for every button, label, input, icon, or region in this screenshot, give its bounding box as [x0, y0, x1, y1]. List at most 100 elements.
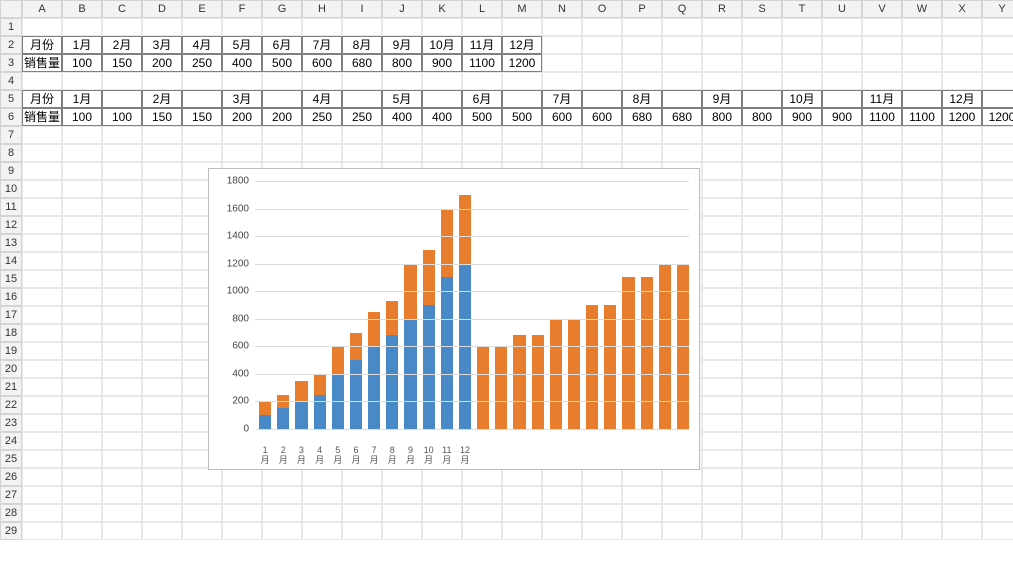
cell-D28[interactable] — [142, 504, 182, 522]
cell-T13[interactable] — [782, 234, 822, 252]
cell-A1[interactable] — [22, 18, 62, 36]
cell-W17[interactable] — [902, 306, 942, 324]
cell-R23[interactable] — [702, 414, 742, 432]
col-header-A[interactable]: A — [22, 0, 62, 18]
cell-B10[interactable] — [62, 180, 102, 198]
row-header-22[interactable]: 22 — [0, 396, 22, 414]
cell-A17[interactable] — [22, 306, 62, 324]
cell-W14[interactable] — [902, 252, 942, 270]
cell-R28[interactable] — [702, 504, 742, 522]
cell-X7[interactable] — [942, 126, 982, 144]
cell-W22[interactable] — [902, 396, 942, 414]
cell-B23[interactable] — [62, 414, 102, 432]
cell-Y12[interactable] — [982, 216, 1013, 234]
cell-B3[interactable]: 100 — [62, 54, 102, 72]
cell-W19[interactable] — [902, 342, 942, 360]
cell-U6[interactable]: 900 — [822, 108, 862, 126]
cell-A22[interactable] — [22, 396, 62, 414]
cell-Y9[interactable] — [982, 162, 1013, 180]
cell-O2[interactable] — [582, 36, 622, 54]
cell-Y7[interactable] — [982, 126, 1013, 144]
cell-Y27[interactable] — [982, 486, 1013, 504]
cell-X16[interactable] — [942, 288, 982, 306]
cell-X21[interactable] — [942, 378, 982, 396]
cell-V18[interactable] — [862, 324, 902, 342]
cell-E5[interactable] — [182, 90, 222, 108]
cell-K6[interactable]: 400 — [422, 108, 462, 126]
cell-S22[interactable] — [742, 396, 782, 414]
cell-B25[interactable] — [62, 450, 102, 468]
cell-A24[interactable] — [22, 432, 62, 450]
cell-A15[interactable] — [22, 270, 62, 288]
cell-Y1[interactable] — [982, 18, 1013, 36]
cell-B14[interactable] — [62, 252, 102, 270]
col-header-S[interactable]: S — [742, 0, 782, 18]
cell-E1[interactable] — [182, 18, 222, 36]
cell-C7[interactable] — [102, 126, 142, 144]
cell-E2[interactable]: 4月 — [182, 36, 222, 54]
cell-D6[interactable]: 150 — [142, 108, 182, 126]
cell-I7[interactable] — [342, 126, 382, 144]
cell-C21[interactable] — [102, 378, 142, 396]
cell-D11[interactable] — [142, 198, 182, 216]
cell-U21[interactable] — [822, 378, 862, 396]
cell-W7[interactable] — [902, 126, 942, 144]
cell-A20[interactable] — [22, 360, 62, 378]
cell-D22[interactable] — [142, 396, 182, 414]
cell-O6[interactable]: 600 — [582, 108, 622, 126]
cell-A21[interactable] — [22, 378, 62, 396]
cell-A23[interactable] — [22, 414, 62, 432]
cell-K2[interactable]: 10月 — [422, 36, 462, 54]
cell-A28[interactable] — [22, 504, 62, 522]
cell-V14[interactable] — [862, 252, 902, 270]
cell-S23[interactable] — [742, 414, 782, 432]
cell-Q26[interactable] — [662, 468, 702, 486]
cell-Y13[interactable] — [982, 234, 1013, 252]
cell-P1[interactable] — [622, 18, 662, 36]
col-header-G[interactable]: G — [262, 0, 302, 18]
cell-N2[interactable] — [542, 36, 582, 54]
cell-Y11[interactable] — [982, 198, 1013, 216]
col-header-O[interactable]: O — [582, 0, 622, 18]
cell-R8[interactable] — [702, 144, 742, 162]
cell-E26[interactable] — [182, 468, 222, 486]
cell-C5[interactable] — [102, 90, 142, 108]
cell-W28[interactable] — [902, 504, 942, 522]
cell-A9[interactable] — [22, 162, 62, 180]
cell-R19[interactable] — [702, 342, 742, 360]
cell-B16[interactable] — [62, 288, 102, 306]
cell-B8[interactable] — [62, 144, 102, 162]
cell-M8[interactable] — [502, 144, 542, 162]
cell-S18[interactable] — [742, 324, 782, 342]
cell-C19[interactable] — [102, 342, 142, 360]
cell-G8[interactable] — [262, 144, 302, 162]
cell-A11[interactable] — [22, 198, 62, 216]
cell-W6[interactable]: 1100 — [902, 108, 942, 126]
cell-V24[interactable] — [862, 432, 902, 450]
cell-C16[interactable] — [102, 288, 142, 306]
cell-R5[interactable]: 9月 — [702, 90, 742, 108]
cell-Y18[interactable] — [982, 324, 1013, 342]
cell-B27[interactable] — [62, 486, 102, 504]
cell-L28[interactable] — [462, 504, 502, 522]
col-header-M[interactable]: M — [502, 0, 542, 18]
cell-A2[interactable]: 月份 — [22, 36, 62, 54]
col-header-X[interactable]: X — [942, 0, 982, 18]
cell-X27[interactable] — [942, 486, 982, 504]
col-header-U[interactable]: U — [822, 0, 862, 18]
cell-T25[interactable] — [782, 450, 822, 468]
cell-Y28[interactable] — [982, 504, 1013, 522]
cell-J3[interactable]: 800 — [382, 54, 422, 72]
cell-D26[interactable] — [142, 468, 182, 486]
cell-S13[interactable] — [742, 234, 782, 252]
cell-B22[interactable] — [62, 396, 102, 414]
cell-N5[interactable]: 7月 — [542, 90, 582, 108]
cell-U7[interactable] — [822, 126, 862, 144]
cell-T12[interactable] — [782, 216, 822, 234]
cell-Q5[interactable] — [662, 90, 702, 108]
cell-G3[interactable]: 500 — [262, 54, 302, 72]
cell-F26[interactable] — [222, 468, 262, 486]
cell-A10[interactable] — [22, 180, 62, 198]
cell-T10[interactable] — [782, 180, 822, 198]
cell-Y17[interactable] — [982, 306, 1013, 324]
